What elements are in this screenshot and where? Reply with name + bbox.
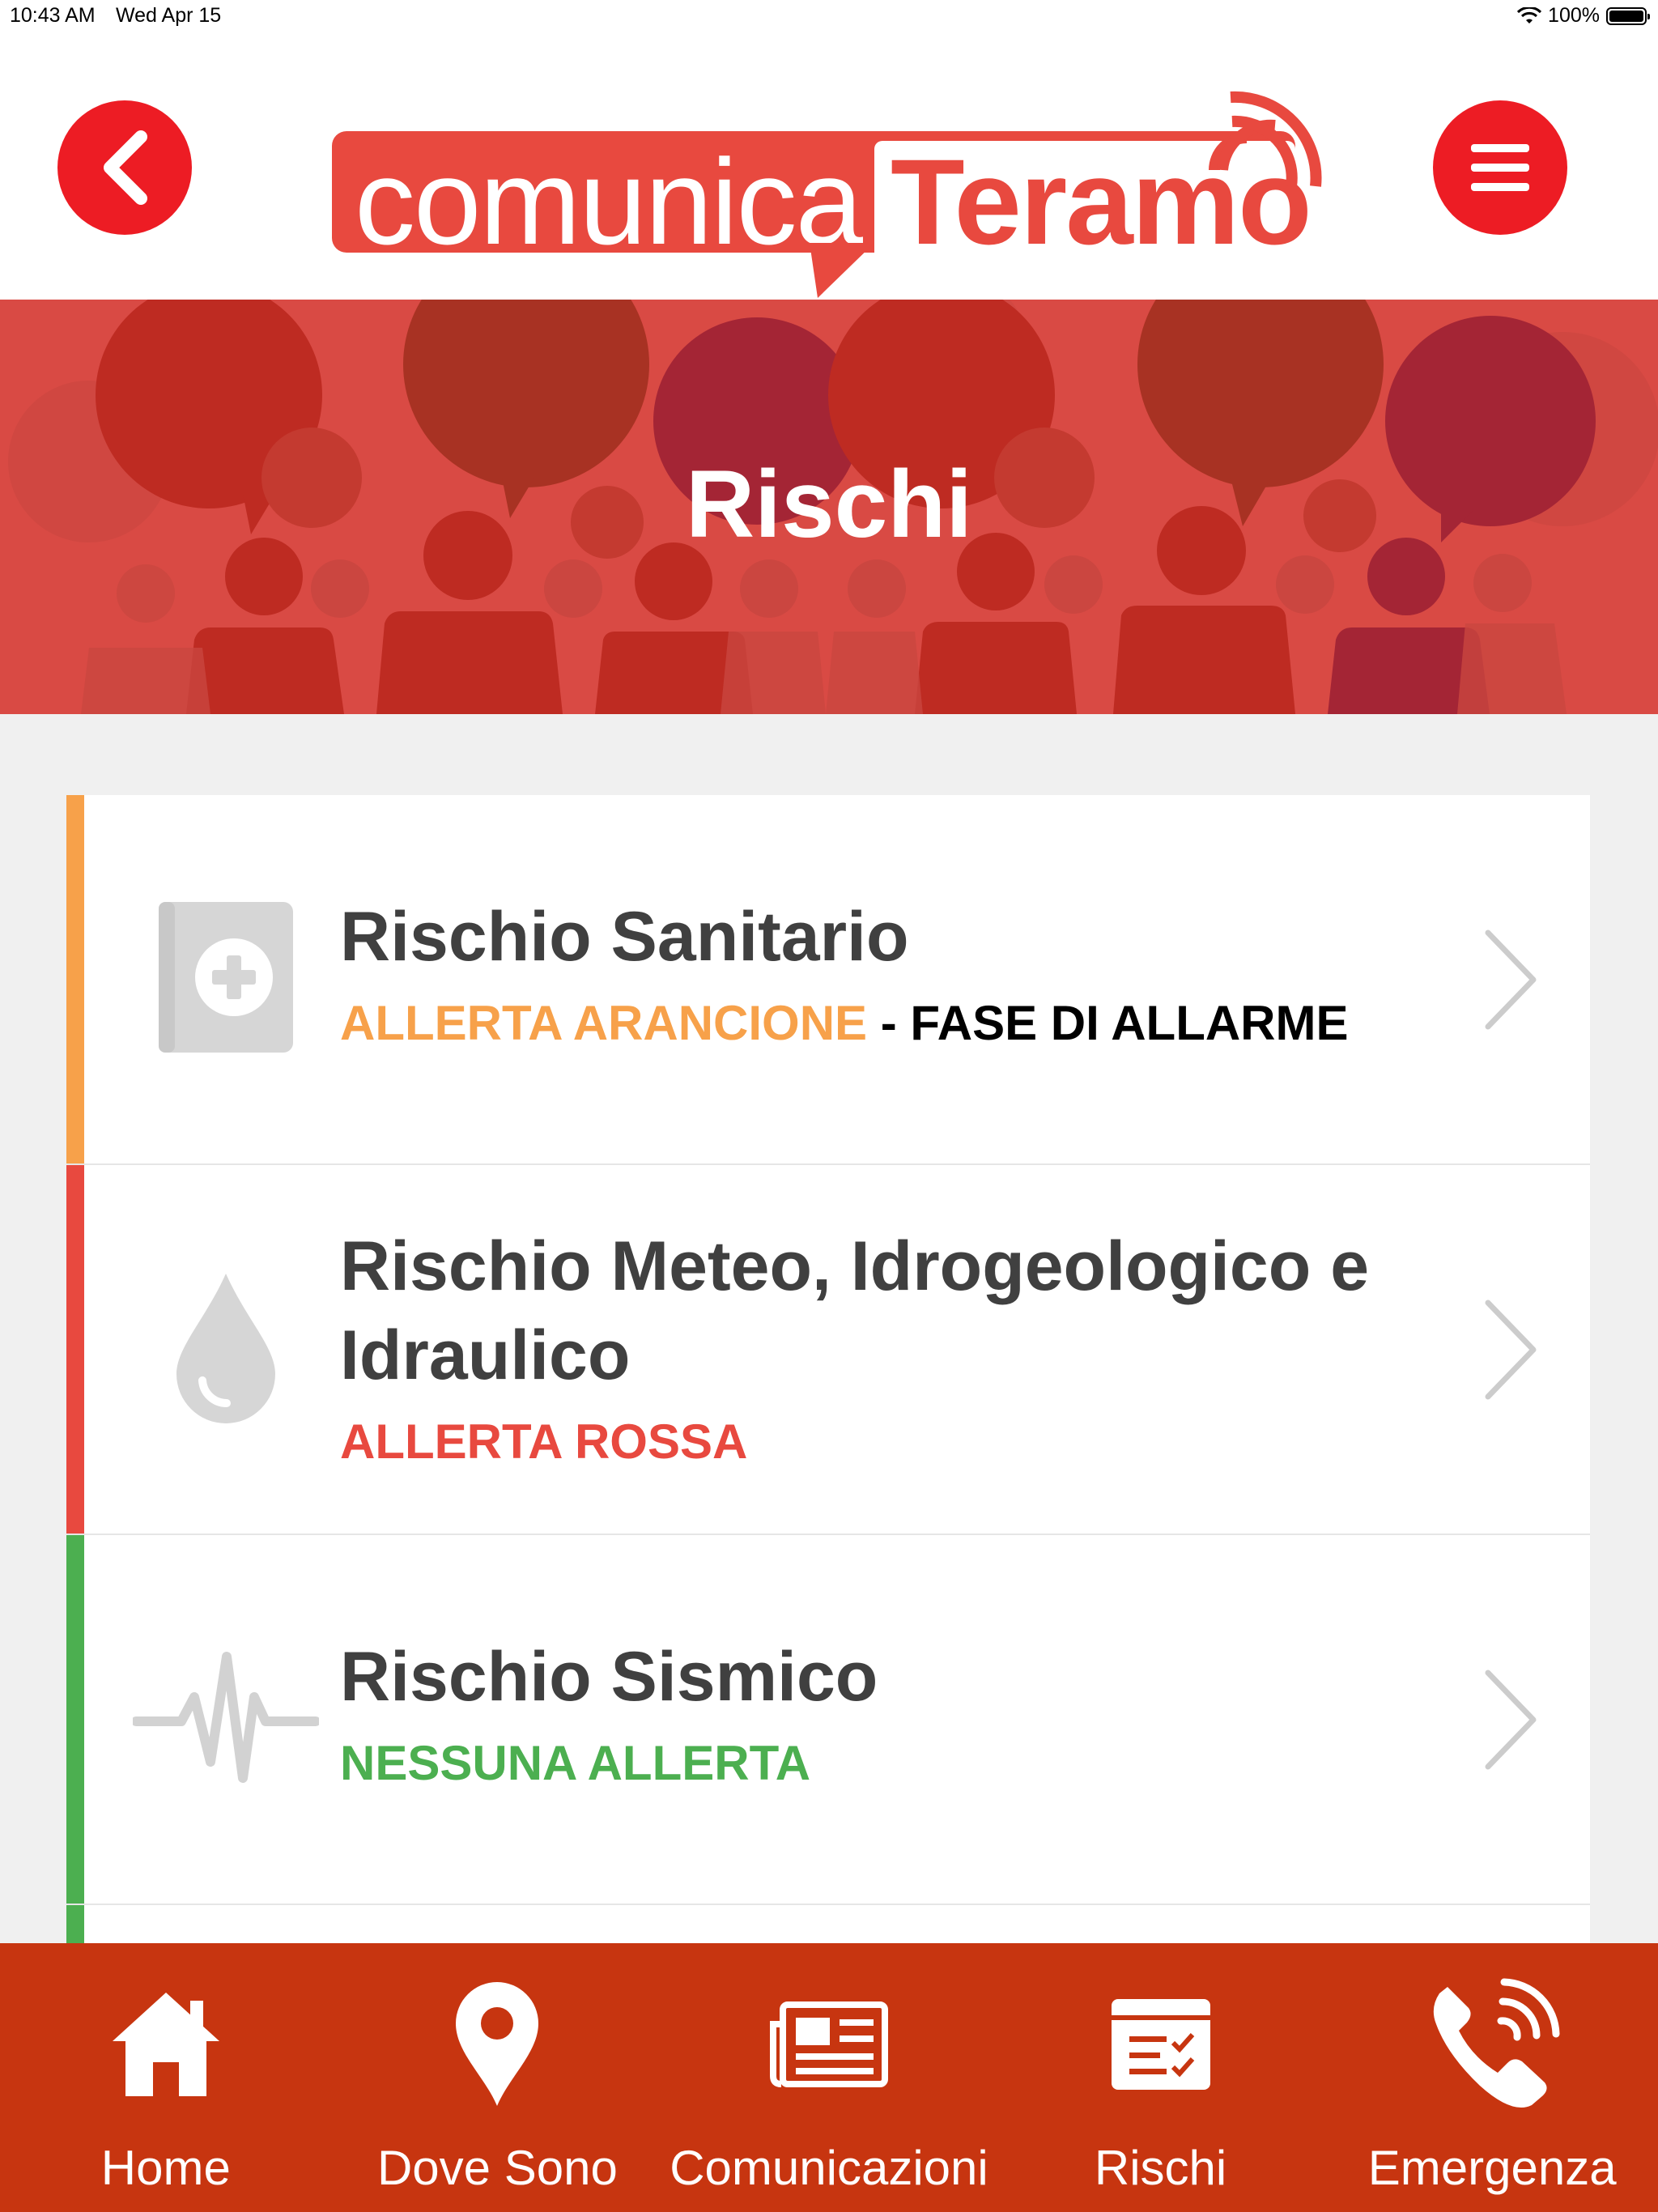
risk-status-bar <box>66 1535 84 1904</box>
signal-waves-icon <box>1209 91 1322 188</box>
risk-text: Rischio Meteo, Idrogeologico e Idraulico… <box>340 1222 1420 1474</box>
bottom-tab-bar: Home Dove Sono Comunicazioni Rischi Emer… <box>0 1943 1658 2212</box>
status-time: 10:43 AM <box>10 4 96 27</box>
phone-call-icon <box>1326 1978 1658 2108</box>
risk-title: Rischio Sanitario <box>340 898 909 976</box>
wifi-icon <box>1517 6 1542 23</box>
page-banner: Rischi <box>0 300 1658 714</box>
risk-status-suffix: - FASE DI ALLARME <box>867 996 1349 1050</box>
tab-label: Home <box>100 2141 231 2195</box>
risk-status-bar <box>66 795 84 1163</box>
risk-card-sismico[interactable]: Rischio Sismico NESSUNA ALLERTA <box>66 1535 1590 1905</box>
tab-comunicazioni[interactable]: Comunicazioni <box>663 1943 995 2212</box>
location-pin-icon <box>332 1982 664 2106</box>
risk-status-label: ALLERTA ARANCIONE <box>340 996 868 1050</box>
chevron-right-icon <box>1483 1535 1540 1904</box>
tab-label: Rischi <box>1094 2141 1227 2195</box>
chevron-right-icon <box>1483 795 1540 1163</box>
chevron-left-icon <box>104 130 147 205</box>
risk-list: Rischio Sanitario ALLERTA ARANCIONE - FA… <box>66 795 1590 2002</box>
risk-status-label: ALLERTA ROSSA <box>340 1414 748 1469</box>
tab-dove-sono[interactable]: Dove Sono <box>332 1943 664 2212</box>
first-aid-kit-icon <box>125 884 327 1070</box>
risk-text: Rischio Sanitario ALLERTA ARANCIONE - FA… <box>340 892 1420 1056</box>
chevron-right-icon <box>1483 1165 1540 1534</box>
risk-title: Rischio Sismico <box>340 1638 878 1716</box>
risk-status-label: NESSUNA ALLERTA <box>340 1736 811 1790</box>
risk-card-sanitario[interactable]: Rischio Sanitario ALLERTA ARANCIONE - FA… <box>66 795 1590 1165</box>
back-button[interactable] <box>57 100 192 235</box>
tab-label: Dove Sono <box>376 2141 618 2195</box>
risk-card-meteo[interactable]: Rischio Meteo, Idrogeologico e Idraulico… <box>66 1165 1590 1535</box>
checklist-icon <box>995 1984 1327 2105</box>
speech-tail-icon <box>810 243 874 298</box>
tab-label: Comunicazioni <box>670 2141 988 2195</box>
risk-title: Rischio Meteo, Idrogeologico e Idraulico <box>340 1227 1370 1394</box>
risk-status: ALLERTA ROSSA <box>340 1410 1420 1474</box>
seismograph-icon <box>125 1624 327 1810</box>
tab-emergenza[interactable]: Emergenza <box>1326 1943 1658 2212</box>
risk-status: ALLERTA ARANCIONE - FASE DI ALLARME <box>340 991 1420 1056</box>
status-date: Wed Apr 15 <box>116 4 222 27</box>
hamburger-menu-icon <box>1471 144 1529 191</box>
app-logo: comunica Teramo <box>332 73 1328 300</box>
menu-button[interactable] <box>1433 100 1567 235</box>
newspaper-icon <box>663 1984 995 2105</box>
tab-rischi[interactable]: Rischi <box>995 1943 1327 2212</box>
risk-status: NESSUNA ALLERTA <box>340 1731 1420 1796</box>
app-header: comunica Teramo <box>0 32 1658 300</box>
status-bar: 10:43 AM Wed Apr 15 100% <box>0 0 1658 32</box>
status-right: 100% <box>1517 4 1650 28</box>
logo-text-left: comunica <box>355 134 863 270</box>
tab-home[interactable]: Home <box>0 1943 332 2212</box>
battery-percent: 100% <box>1548 4 1600 27</box>
page-title: Rischi <box>685 451 973 558</box>
home-icon <box>0 1984 332 2105</box>
risk-status-bar <box>66 1165 84 1534</box>
risk-text: Rischio Sismico NESSUNA ALLERTA <box>340 1632 1420 1796</box>
water-drop-icon <box>125 1254 327 1440</box>
tab-label: Emergenza <box>1367 2141 1617 2195</box>
battery-icon <box>1606 6 1650 25</box>
